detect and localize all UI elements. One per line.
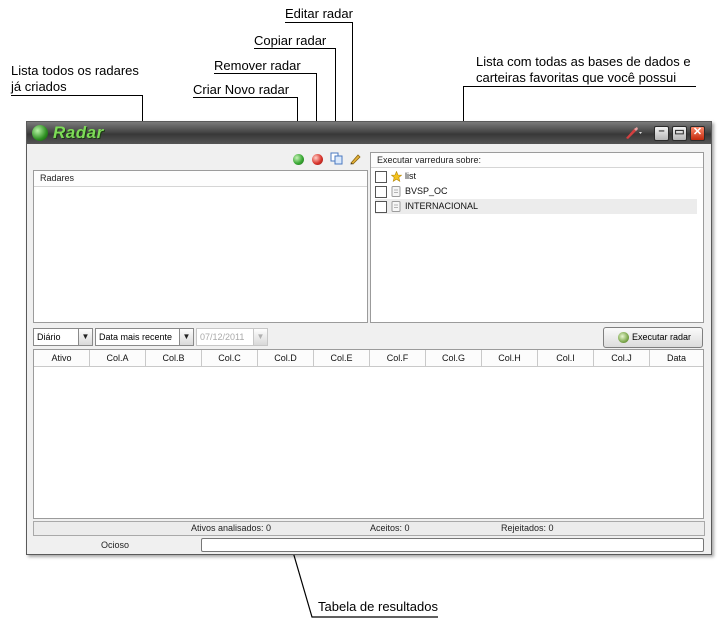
column-header-data[interactable]: Data bbox=[650, 350, 703, 367]
chevron-down-icon: ▼ bbox=[253, 329, 267, 345]
status-bar: Ativos analisados: 0 Aceitos: 0 Rejeitad… bbox=[33, 521, 705, 536]
maximize-button[interactable]: ▭ bbox=[672, 126, 687, 141]
status-rejected: Rejeitados: 0 bbox=[501, 523, 554, 533]
column-header-col-e[interactable]: Col.E bbox=[314, 350, 370, 367]
minimize-button[interactable]: – bbox=[654, 125, 669, 141]
database-icon bbox=[391, 201, 401, 212]
column-header-col-i[interactable]: Col.I bbox=[538, 350, 594, 367]
order-select-value: Data mais recente bbox=[99, 332, 173, 342]
radar-logo-icon bbox=[32, 125, 48, 141]
window-title: Radar bbox=[53, 123, 104, 142]
star-icon bbox=[390, 170, 403, 182]
databases-panel-header: Executar varredura sobre: bbox=[371, 153, 703, 168]
state-label: Ocioso bbox=[101, 540, 130, 550]
checkbox[interactable] bbox=[375, 186, 387, 198]
database-row-bvsp[interactable]: BVSP_OC bbox=[375, 184, 697, 199]
column-header-col-d[interactable]: Col.D bbox=[258, 350, 314, 367]
date-select-value: 07/12/2011 bbox=[200, 332, 245, 342]
status-analyzed: Ativos analisados: 0 bbox=[191, 523, 272, 533]
remove-radar-button[interactable] bbox=[312, 154, 323, 165]
period-select[interactable]: Diário ▼ bbox=[33, 328, 93, 346]
database-icon bbox=[391, 186, 401, 197]
database-label: list bbox=[405, 171, 416, 181]
close-icon: ✕ bbox=[692, 126, 703, 138]
radars-panel[interactable]: Radares bbox=[33, 170, 368, 323]
copy-radar-button[interactable] bbox=[330, 152, 343, 165]
column-header-col-c[interactable]: Col.C bbox=[202, 350, 258, 367]
progress-bar bbox=[201, 538, 704, 552]
period-select-value: Diário bbox=[37, 332, 61, 342]
title-bar[interactable]: Radar – ▭ ✕ bbox=[27, 122, 711, 144]
status-accepted: Aceitos: 0 bbox=[370, 523, 410, 533]
order-select[interactable]: Data mais recente ▼ bbox=[95, 328, 194, 346]
theme-menu-icon[interactable] bbox=[623, 126, 643, 140]
column-header-col-g[interactable]: Col.G bbox=[426, 350, 482, 367]
radar-window: Radar – ▭ ✕ Radares Executar varredura s… bbox=[26, 121, 712, 555]
databases-panel: Executar varredura sobre: list BVSP_OC I… bbox=[370, 152, 704, 323]
close-button[interactable]: ✕ bbox=[690, 126, 705, 141]
maximize-icon: ▭ bbox=[674, 126, 685, 138]
gear-icon bbox=[618, 332, 629, 343]
column-header-col-f[interactable]: Col.F bbox=[370, 350, 426, 367]
database-label: BVSP_OC bbox=[405, 186, 448, 196]
pencil-icon bbox=[350, 154, 361, 165]
database-row-list[interactable]: list bbox=[375, 169, 697, 184]
results-table[interactable]: Ativo Col.A Col.B Col.C Col.D Col.E Col.… bbox=[33, 349, 704, 519]
minimize-icon: – bbox=[658, 125, 665, 137]
checkbox[interactable] bbox=[375, 171, 387, 183]
radars-panel-header: Radares bbox=[34, 171, 367, 187]
database-row-internacional[interactable]: INTERNACIONAL bbox=[375, 199, 697, 214]
column-header-col-j[interactable]: Col.J bbox=[594, 350, 650, 367]
edit-radar-button[interactable] bbox=[349, 152, 362, 165]
column-header-col-a[interactable]: Col.A bbox=[90, 350, 146, 367]
date-select: 07/12/2011 ▼ bbox=[196, 328, 268, 346]
database-label: INTERNACIONAL bbox=[405, 201, 479, 211]
checkbox[interactable] bbox=[375, 201, 387, 213]
column-header-col-h[interactable]: Col.H bbox=[482, 350, 538, 367]
run-radar-label: Executar radar bbox=[632, 332, 692, 342]
chevron-down-icon[interactable]: ▼ bbox=[78, 329, 92, 345]
copy-icon bbox=[330, 152, 343, 165]
column-header-ativo[interactable]: Ativo bbox=[34, 350, 90, 367]
create-radar-button[interactable] bbox=[293, 154, 304, 165]
column-header-col-b[interactable]: Col.B bbox=[146, 350, 202, 367]
chevron-down-icon[interactable]: ▼ bbox=[179, 329, 193, 345]
run-radar-button[interactable]: Executar radar bbox=[603, 327, 703, 348]
